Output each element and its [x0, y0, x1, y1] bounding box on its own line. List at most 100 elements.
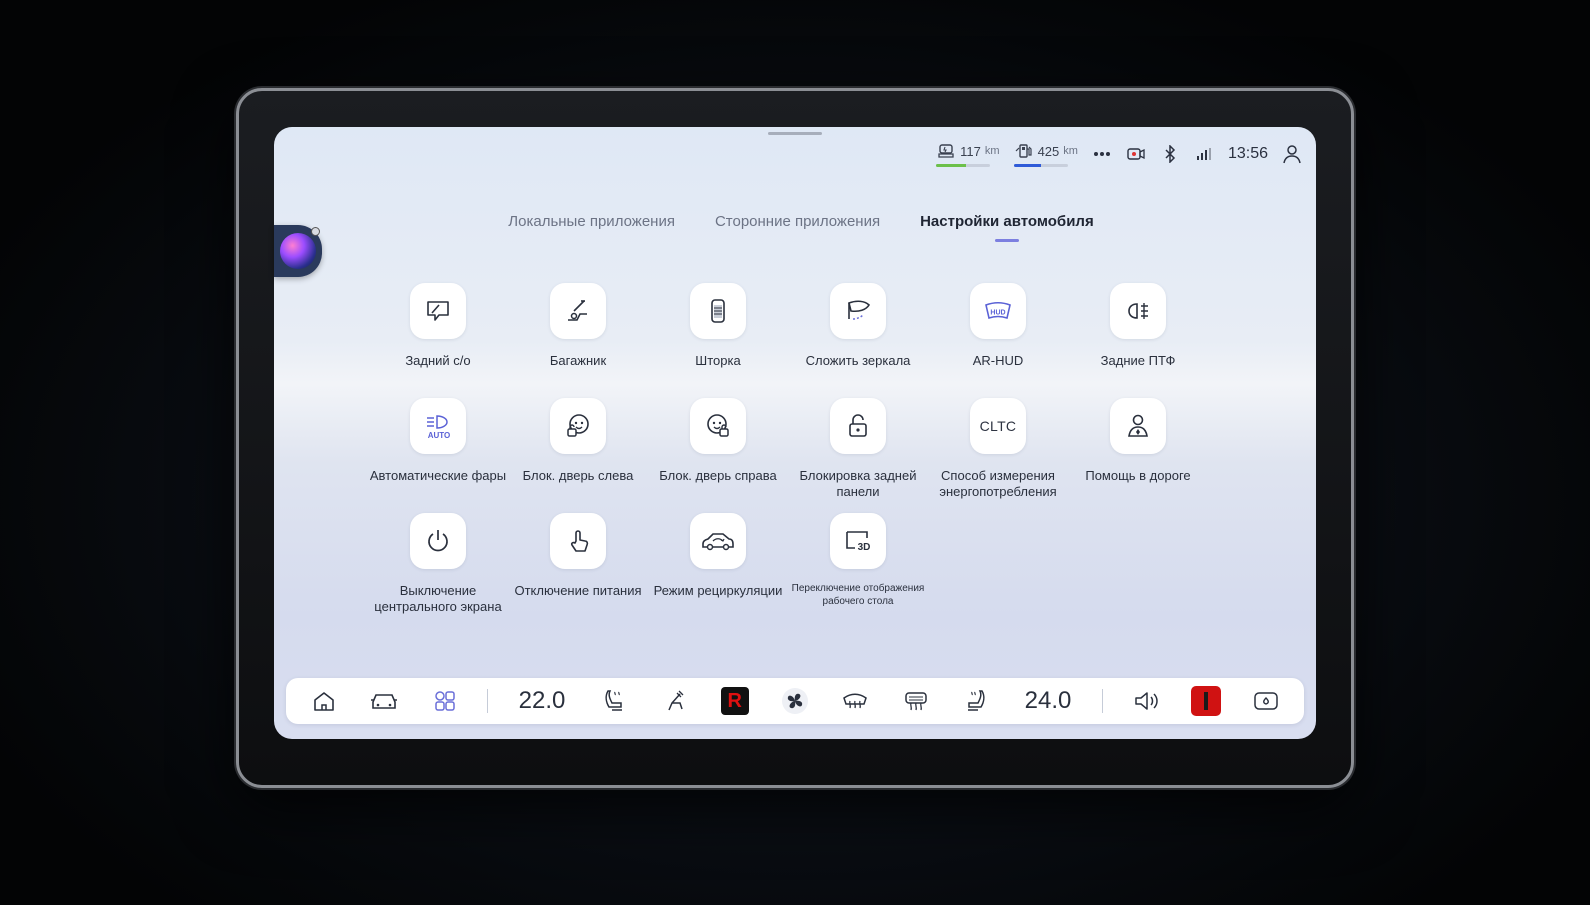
fuel-range-unit: km — [1063, 145, 1078, 157]
tile-label: Автоматические фары — [369, 468, 507, 483]
status-bar: 117 km 425 km 13:56 — [936, 139, 1302, 169]
r-app-icon[interactable]: R — [717, 683, 753, 719]
tile-energy-measurement[interactable]: CLTC Способ измерения энергопотребления — [928, 398, 1068, 503]
rear-defrost-icon[interactable] — [898, 683, 934, 719]
seat-heat-right-icon[interactable] — [958, 683, 994, 719]
electric-range[interactable]: 117 km — [936, 141, 1000, 167]
rear-wiper-icon — [410, 283, 466, 339]
user-icon[interactable] — [1282, 144, 1302, 164]
tile-label: Выключение центрального экрана — [374, 583, 502, 614]
tile-child-lock-left[interactable]: Блок. дверь слева — [508, 398, 648, 503]
fuel-range[interactable]: 425 km — [1013, 141, 1078, 167]
tile-label: Переключение отображения рабочего стола — [791, 583, 925, 607]
infotainment-screen: 117 km 425 km 13:56 Локальные приложения… — [274, 127, 1316, 739]
tile-label: Шторка — [695, 353, 741, 368]
tab-third-party-apps[interactable]: Сторонние приложения — [715, 213, 880, 242]
electric-range-unit: km — [984, 145, 1000, 157]
roadside-assistance-icon — [1110, 398, 1166, 454]
car-battery-icon — [936, 141, 956, 161]
hud-icon: HUD — [970, 283, 1026, 339]
tile-screen-off[interactable]: Выключение центрального экрана — [368, 513, 508, 618]
tile-label: Задний с/о — [405, 353, 471, 368]
tile-child-lock-right[interactable]: Блок. дверь справа — [648, 398, 788, 503]
home-icon[interactable] — [306, 683, 342, 719]
tile-label: Блокировка задней панели — [799, 468, 917, 499]
vehicle-settings-grid: Задний с/о Багажник Шторка Сложить зерка… — [368, 283, 1208, 618]
power-icon — [410, 513, 466, 569]
camera-icon[interactable] — [1248, 683, 1284, 719]
rear-panel-lock-icon — [830, 398, 886, 454]
touch-power-off-icon — [550, 513, 606, 569]
tile-label: Задние ПТФ — [1100, 353, 1176, 368]
apps-icon[interactable] — [427, 683, 463, 719]
seat-adjust-icon[interactable] — [657, 683, 693, 719]
pull-down-handle[interactable] — [768, 132, 822, 135]
tile-auto-headlights[interactable]: AUTO Автоматические фары — [368, 398, 508, 503]
tile-label: Сложить зеркала — [805, 353, 911, 368]
child-lock-left-icon — [550, 398, 606, 454]
tile-label: Багажник — [549, 353, 607, 368]
tile-rear-wiper[interactable]: Задний с/о — [368, 283, 508, 388]
tile-fold-mirrors[interactable]: Сложить зеркала — [788, 283, 928, 388]
tile-label: Отключение питания — [514, 583, 642, 598]
volume-icon[interactable] — [1128, 683, 1164, 719]
electric-range-bar — [936, 164, 991, 167]
tile-label: AR-HUD — [972, 353, 1024, 368]
bottom-dock: 22.0 R 24.0 — [286, 678, 1304, 724]
more-dots-icon[interactable] — [1092, 144, 1112, 164]
tile-label: Блок. дверь слева — [522, 468, 634, 483]
recirculation-icon — [690, 513, 746, 569]
auto-headlights-icon: AUTO — [410, 398, 466, 454]
svg-text:AUTO: AUTO — [428, 431, 451, 440]
tab-local-apps[interactable]: Локальные приложения — [508, 213, 675, 242]
dock-separator — [1102, 689, 1104, 713]
fuel-range-value: 425 — [1037, 143, 1060, 159]
bluetooth-icon[interactable] — [1160, 144, 1180, 164]
tile-trunk[interactable]: Багажник — [508, 283, 648, 388]
car-icon[interactable] — [366, 683, 402, 719]
tab-bar: Локальные приложения Сторонние приложени… — [274, 213, 1316, 242]
tile-roadside-assistance[interactable]: Помощь в дороге — [1068, 398, 1208, 503]
fan-icon[interactable] — [777, 683, 813, 719]
cltc-icon-text: CLTC — [979, 418, 1017, 434]
tile-desktop-display[interactable]: 3D Переключение отображения рабочего сто… — [788, 513, 928, 618]
fuel-range-bar — [1013, 164, 1068, 167]
child-lock-right-icon — [690, 398, 746, 454]
assistant-status-dot — [311, 227, 320, 236]
media-app-icon[interactable] — [1188, 683, 1224, 719]
seat-heat-left-icon[interactable] — [596, 683, 632, 719]
desktop-3d-icon-text: 3D — [858, 542, 871, 553]
fuel-pump-icon — [1014, 141, 1034, 161]
tile-power-off[interactable]: Отключение питания — [508, 513, 648, 618]
tile-label: Помощь в дороге — [1085, 468, 1191, 483]
rear-fog-light-icon — [1110, 283, 1166, 339]
assistant-orb-icon — [280, 233, 316, 269]
tab-vehicle-settings[interactable]: Настройки автомобиля — [920, 213, 1094, 242]
dashcam-icon[interactable] — [1126, 144, 1146, 164]
tile-label: Блок. дверь справа — [659, 468, 777, 483]
signal-icon — [1194, 144, 1214, 164]
tile-label: Режим рециркуляции — [653, 583, 783, 598]
fold-mirror-icon — [830, 283, 886, 339]
sunshade-icon — [690, 283, 746, 339]
tile-sunshade[interactable]: Шторка — [648, 283, 788, 388]
electric-range-fill — [936, 164, 966, 167]
desktop-3d-icon: 3D — [830, 513, 886, 569]
tile-label: Способ измерения энергопотребления — [939, 468, 1057, 499]
dock-separator — [486, 689, 488, 713]
voice-assistant-button[interactable] — [274, 225, 322, 277]
clock: 13:56 — [1227, 145, 1268, 162]
passenger-temperature[interactable]: 24.0 — [1018, 687, 1078, 715]
front-defrost-icon[interactable] — [837, 683, 873, 719]
trunk-icon — [550, 283, 606, 339]
tile-rear-fog[interactable]: Задние ПТФ — [1068, 283, 1208, 388]
tile-recirculation[interactable]: Режим рециркуляции — [648, 513, 788, 618]
cltc-icon: CLTC — [970, 398, 1026, 454]
tile-ar-hud[interactable]: HUD AR-HUD — [928, 283, 1068, 388]
tile-rear-panel-lock[interactable]: Блокировка задней панели — [788, 398, 928, 503]
electric-range-value: 117 — [960, 143, 981, 159]
r-app-label: R — [727, 689, 742, 712]
svg-text:HUD: HUD — [990, 310, 1005, 317]
fuel-range-fill — [1013, 164, 1041, 167]
driver-temperature[interactable]: 22.0 — [512, 687, 572, 715]
